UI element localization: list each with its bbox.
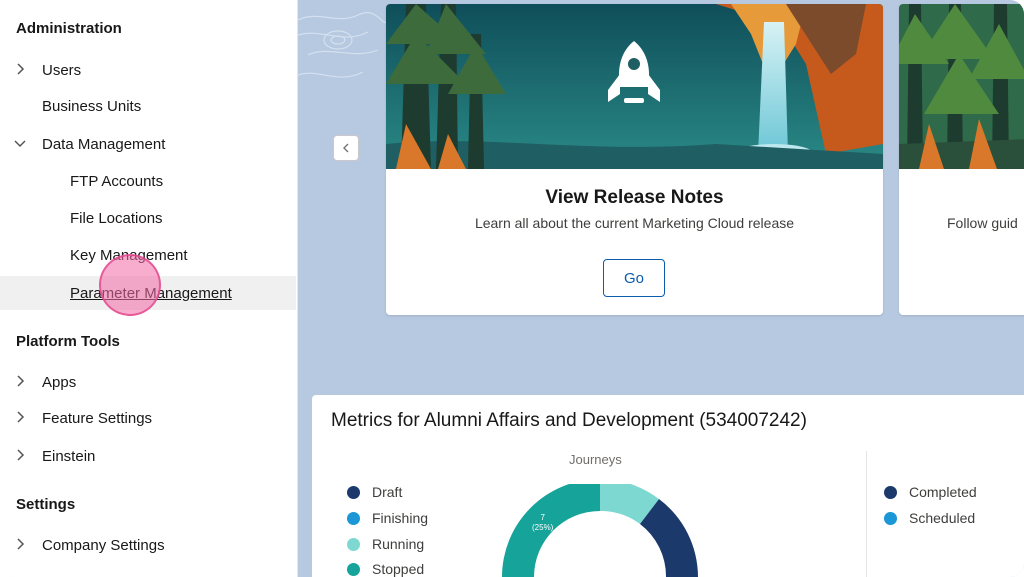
- sidebar-item-label: Users: [42, 61, 82, 79]
- sidebar-item-data-management[interactable]: Data Management: [0, 127, 296, 161]
- legend-item-stopped: Stopped: [347, 561, 424, 577]
- legend-dot: [347, 562, 360, 576]
- metrics-panel: Metrics for Alumni Affairs and Developme…: [312, 395, 1024, 577]
- sidebar-item-company-settings[interactable]: Company Settings: [0, 528, 296, 562]
- sidebar-item-ftp-accounts[interactable]: FTP Accounts: [0, 164, 296, 198]
- legend-dot: [347, 511, 360, 525]
- legend-item-finishing: Finishing: [347, 510, 428, 526]
- legend-label: Running: [372, 536, 425, 552]
- card-subtitle: Follow guid: [947, 215, 1018, 231]
- sidebar-item-label: Business Units: [42, 97, 142, 115]
- legend-label: Completed: [909, 484, 977, 500]
- legend-item-completed: Completed: [884, 484, 977, 500]
- sidebar-item-apps[interactable]: Apps: [0, 365, 296, 399]
- legend-label: Scheduled: [909, 510, 976, 526]
- setup-sidebar: Administration Users Business Units Data…: [0, 0, 298, 577]
- chevron-right-icon: [17, 449, 25, 461]
- donut-label-value: 7: [540, 513, 545, 522]
- sidebar-item-label: Feature Settings: [42, 409, 153, 427]
- card-illustration: [899, 4, 1024, 169]
- section-title-administration: Administration: [16, 20, 122, 37]
- sidebar-item-feature-settings[interactable]: Feature Settings: [0, 401, 296, 435]
- card-title: View Release Notes: [545, 187, 724, 208]
- journeys-donut-chart: [502, 484, 698, 577]
- sidebar-item-file-locations[interactable]: File Locations: [0, 201, 296, 235]
- section-title-platform-tools: Platform Tools: [16, 333, 120, 350]
- legend-item-scheduled: Scheduled: [884, 510, 975, 526]
- sidebar-item-key-management[interactable]: Key Management: [0, 238, 296, 272]
- sidebar-item-einstein[interactable]: Einstein: [0, 439, 296, 473]
- legend-item-draft: Draft: [347, 484, 402, 500]
- legend-dot: [347, 537, 360, 551]
- card-illustration: [386, 4, 883, 169]
- legend-dot: [347, 485, 360, 499]
- legend-label: Stopped: [372, 561, 425, 577]
- sidebar-item-label: Company Settings: [42, 536, 165, 554]
- metrics-title: Metrics for Alumni Affairs and Developme…: [331, 410, 807, 431]
- legend-label: Draft: [372, 484, 403, 500]
- sidebar-item-label: Einstein: [42, 447, 96, 465]
- carousel-prev-button[interactable]: [333, 135, 359, 161]
- topographic-background: [298, 12, 388, 78]
- sidebar-item-label: Key Management: [70, 246, 188, 264]
- legend-item-running: Running: [347, 536, 424, 552]
- sidebar-item-label: FTP Accounts: [70, 172, 164, 190]
- guidance-card: Follow guid: [899, 4, 1024, 315]
- sidebar-item-label: File Locations: [70, 209, 163, 227]
- chevron-right-icon: [17, 538, 25, 550]
- sidebar-item-label: Apps: [42, 373, 77, 391]
- chevron-left-icon: [343, 143, 349, 153]
- donut-label-percent: (25%): [532, 523, 554, 532]
- chevron-right-icon: [17, 411, 25, 423]
- legend-dot: [884, 511, 897, 525]
- card-subtitle: Learn all about the current Marketing Cl…: [474, 215, 795, 231]
- panel-divider: [866, 451, 867, 577]
- sidebar-item-business-units[interactable]: Business Units: [0, 89, 296, 123]
- sidebar-item-label: Parameter Management: [70, 284, 232, 302]
- donut-segment-label: 7 (25%): [532, 513, 553, 533]
- sidebar-item-label: Data Management: [42, 135, 166, 153]
- sidebar-item-users[interactable]: Users: [0, 53, 296, 87]
- legend-label: Finishing: [372, 510, 429, 526]
- sidebar-item-parameter-management[interactable]: Parameter Management: [0, 276, 296, 310]
- go-button[interactable]: Go: [603, 259, 665, 297]
- chevron-down-icon: [14, 140, 26, 148]
- main-content: View Release Notes Learn all about the c…: [298, 0, 1024, 577]
- app-frame: Administration Users Business Units Data…: [0, 0, 1024, 577]
- chevron-right-icon: [17, 63, 25, 75]
- release-notes-card: View Release Notes Learn all about the c…: [386, 4, 883, 315]
- legend-dot: [884, 485, 897, 499]
- chevron-right-icon: [17, 375, 25, 387]
- journeys-chart-title: Journeys: [569, 452, 622, 467]
- section-title-settings: Settings: [16, 496, 76, 513]
